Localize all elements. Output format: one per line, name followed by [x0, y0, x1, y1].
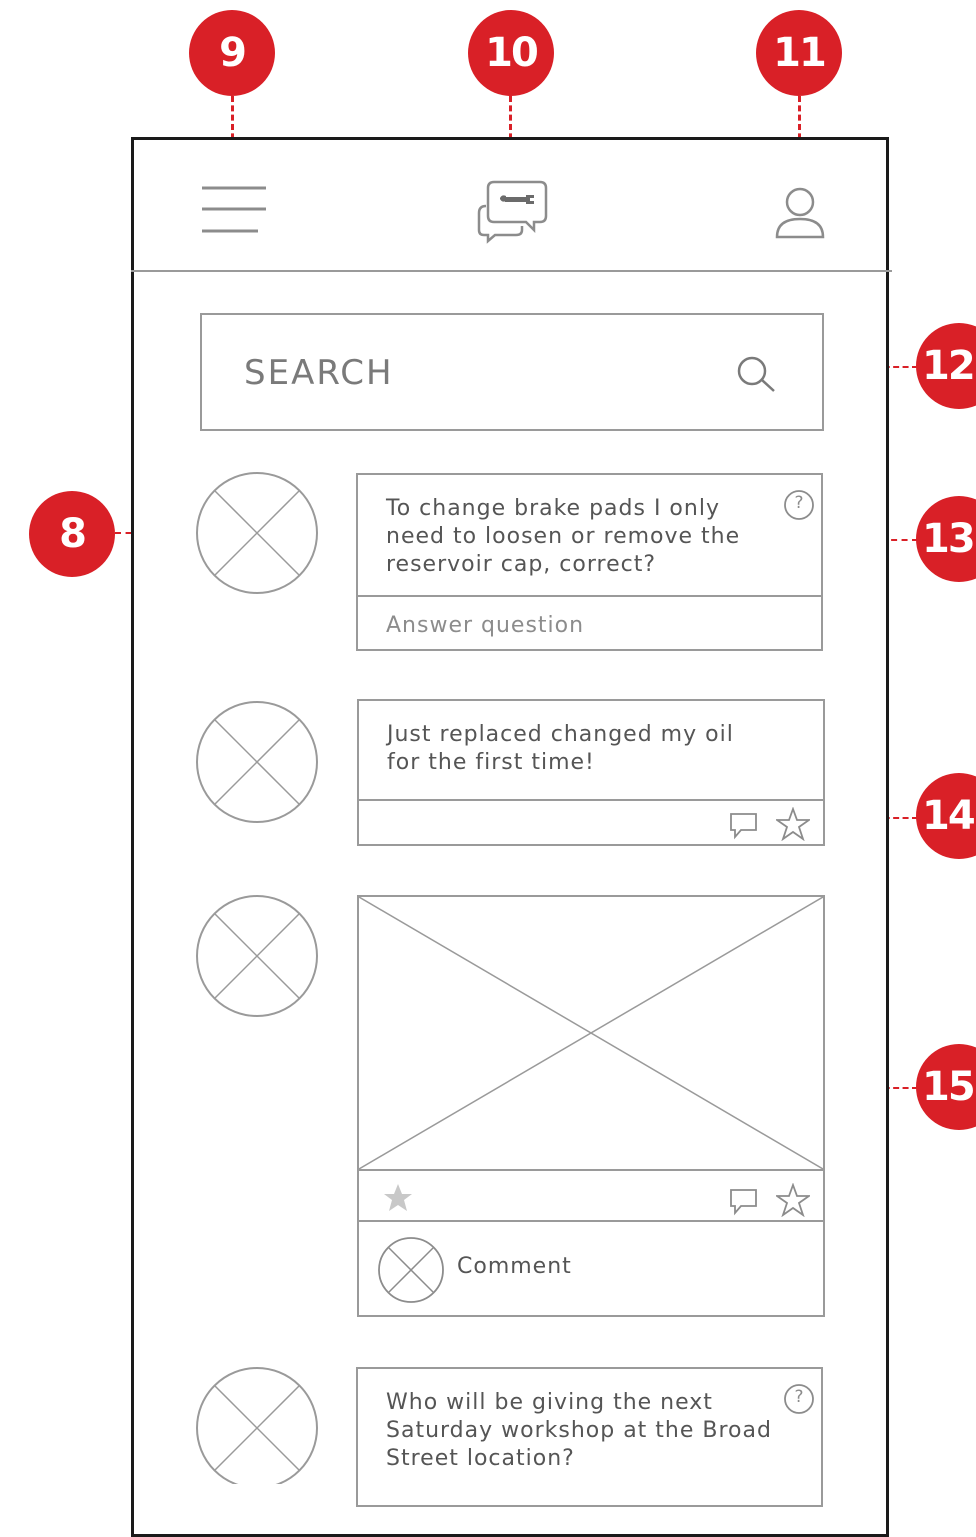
answer-question-link[interactable]: Answer question	[386, 613, 584, 638]
star-outline-icon[interactable]	[774, 1182, 812, 1218]
hamburger-icon[interactable]	[200, 186, 268, 236]
star-outline-icon[interactable]	[774, 806, 812, 842]
card-divider	[359, 1220, 823, 1222]
question-card[interactable]: Who will be giving the next Saturday wor…	[356, 1367, 823, 1507]
callout-number: 10	[485, 30, 539, 76]
callout-9: 9	[189, 10, 275, 96]
question-icon[interactable]: ?	[783, 489, 815, 521]
question-mark: ?	[794, 1387, 804, 1407]
header-divider	[131, 270, 892, 272]
comment-icon[interactable]	[729, 1187, 759, 1217]
wrench-chat-logo-icon[interactable]	[476, 178, 550, 244]
post-text: To change brake pads I only need to loos…	[386, 496, 741, 577]
status-card[interactable]: Just replaced changed my oil for the fir…	[357, 699, 825, 846]
search-placeholder: SEARCH	[244, 353, 394, 393]
avatar[interactable]	[195, 1366, 319, 1484]
callout-number: 8	[59, 511, 87, 557]
post-text: Just replaced changed my oil for the fir…	[387, 722, 734, 775]
image-placeholder[interactable]	[358, 896, 824, 1170]
avatar[interactable]	[195, 700, 319, 824]
question-mark: ?	[794, 493, 804, 513]
search-input[interactable]: SEARCH	[200, 313, 824, 431]
post-text: Who will be giving the next Saturday wor…	[386, 1390, 772, 1471]
user-icon[interactable]	[774, 186, 826, 240]
card-divider	[359, 799, 823, 801]
card-divider	[358, 595, 821, 597]
avatar[interactable]	[195, 894, 319, 1018]
callout-15: 15	[916, 1044, 976, 1130]
card-divider	[359, 1169, 823, 1171]
callout-8: 8	[29, 491, 115, 577]
callout-11: 11	[756, 10, 842, 96]
avatar[interactable]	[195, 471, 319, 595]
callout-14: 14	[916, 773, 976, 859]
comment-avatar	[377, 1236, 445, 1304]
question-icon[interactable]: ?	[783, 1383, 815, 1415]
callout-number: 12	[922, 343, 976, 389]
callout-number: 9	[219, 30, 247, 76]
callout-number: 14	[922, 793, 976, 839]
callout-number: 15	[922, 1064, 976, 1110]
comment-input[interactable]: Comment	[457, 1254, 572, 1279]
callout-13: 13	[916, 496, 976, 582]
image-post-card[interactable]: Comment	[357, 895, 825, 1317]
star-filled-icon[interactable]	[383, 1183, 413, 1213]
callout-number: 13	[922, 516, 976, 562]
callout-12: 12	[916, 323, 976, 409]
callout-number: 11	[773, 30, 827, 76]
comment-icon[interactable]	[729, 811, 759, 841]
callout-10: 10	[468, 10, 554, 96]
search-icon[interactable]	[736, 355, 786, 395]
question-card[interactable]: To change brake pads I only need to loos…	[356, 473, 823, 651]
